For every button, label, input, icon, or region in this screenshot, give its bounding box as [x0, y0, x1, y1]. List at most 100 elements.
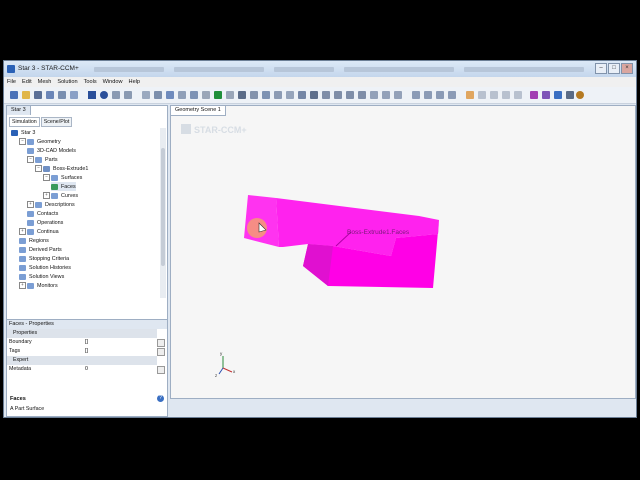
- step-icon[interactable]: [100, 91, 108, 99]
- tree-item[interactable]: − Parts: [27, 155, 58, 164]
- expand-toggle-icon[interactable]: +: [19, 282, 26, 289]
- scroll-thumb[interactable]: [161, 148, 165, 266]
- probe-icon[interactable]: [448, 91, 456, 99]
- stop-icon[interactable]: [124, 91, 132, 99]
- run-person-icon[interactable]: [238, 91, 246, 99]
- tree-item[interactable]: Star 3: [11, 128, 35, 137]
- render-icon[interactable]: [166, 91, 174, 99]
- property-row-tags[interactable]: Tags []: [7, 347, 165, 356]
- table-icon[interactable]: [370, 91, 378, 99]
- property-value[interactable]: []: [85, 338, 88, 347]
- tool-icon[interactable]: [250, 91, 258, 99]
- zoom-icon[interactable]: [286, 91, 294, 99]
- print-icon[interactable]: [58, 91, 66, 99]
- expert-group[interactable]: Expert: [7, 356, 157, 365]
- tree-item[interactable]: Solution Views: [19, 272, 64, 281]
- end-icon[interactable]: [514, 91, 522, 99]
- help-icon[interactable]: ?: [157, 395, 164, 402]
- flag-icon[interactable]: [214, 91, 222, 99]
- expand-toggle-icon[interactable]: +: [27, 201, 34, 208]
- tree-item[interactable]: Faces: [51, 182, 76, 191]
- tab-scene-plot[interactable]: Scene/Plot: [40, 117, 73, 127]
- property-value[interactable]: 0: [85, 365, 88, 374]
- view-icon[interactable]: [262, 91, 270, 99]
- rewind-icon[interactable]: [478, 91, 486, 99]
- box-icon[interactable]: [394, 91, 402, 99]
- save-icon[interactable]: [34, 91, 42, 99]
- boundary-icon[interactable]: [554, 91, 562, 99]
- grid-icon[interactable]: [178, 91, 186, 99]
- select-icon[interactable]: [412, 91, 420, 99]
- property-row-boundary[interactable]: Boundary []: [7, 338, 165, 347]
- tree-item[interactable]: + Monitors: [19, 281, 58, 290]
- region-icon[interactable]: [542, 91, 550, 99]
- minimize-button[interactable]: –: [595, 63, 607, 74]
- menu-window[interactable]: Window: [103, 77, 123, 87]
- expand-toggle-icon[interactable]: +: [19, 228, 26, 235]
- close-button[interactable]: ×: [621, 63, 633, 74]
- tree-item[interactable]: Solution Histories: [19, 263, 71, 272]
- tree-item[interactable]: − Surfaces: [43, 173, 82, 182]
- properties-group[interactable]: Properties: [7, 329, 157, 338]
- settings-icon[interactable]: [576, 91, 584, 99]
- property-value[interactable]: []: [85, 347, 88, 356]
- measure-icon[interactable]: [436, 91, 444, 99]
- tree-item[interactable]: Derived Parts: [19, 245, 62, 254]
- property-row-metadata[interactable]: Metadata 0: [7, 365, 165, 374]
- mesh-icon[interactable]: [142, 91, 150, 99]
- fit-icon[interactable]: [274, 91, 282, 99]
- rotate-icon[interactable]: [298, 91, 306, 99]
- tree-item[interactable]: 3D-CAD Models: [27, 146, 76, 155]
- tree-item[interactable]: Contacts: [27, 209, 58, 218]
- menu-file[interactable]: File: [7, 77, 16, 87]
- property-edit-button[interactable]: [157, 366, 165, 374]
- part-icon[interactable]: [530, 91, 538, 99]
- select-area-icon[interactable]: [424, 91, 432, 99]
- forward-icon[interactable]: [334, 91, 342, 99]
- property-edit-button[interactable]: [157, 348, 165, 356]
- pointer-icon[interactable]: [226, 91, 234, 99]
- new-sim-icon[interactable]: [10, 91, 18, 99]
- clear-mesh-icon[interactable]: [154, 91, 162, 99]
- tree-item[interactable]: + Continua: [19, 227, 59, 236]
- menu-help[interactable]: Help: [129, 77, 141, 87]
- copy-icon[interactable]: [70, 91, 78, 99]
- part-face[interactable]: [303, 244, 333, 286]
- next-icon[interactable]: [502, 91, 510, 99]
- plot-icon[interactable]: [202, 91, 210, 99]
- scene-icon[interactable]: [190, 91, 198, 99]
- pause-icon[interactable]: [112, 91, 120, 99]
- dropdown-icon[interactable]: [566, 91, 574, 99]
- tree-item[interactable]: − Boss-Extrude1: [35, 164, 88, 173]
- grid2-icon[interactable]: [382, 91, 390, 99]
- property-edit-button[interactable]: [157, 339, 165, 347]
- scene-viewport[interactable]: Boss-Extrude1.Faces y x z: [171, 106, 635, 398]
- menu-mesh[interactable]: Mesh: [38, 77, 52, 87]
- zoom-out-icon[interactable]: [358, 91, 366, 99]
- tree-item[interactable]: Stopping Criteria: [19, 254, 69, 263]
- tab-simulation[interactable]: Simulation: [9, 117, 40, 127]
- tree-item[interactable]: + Descriptions: [27, 200, 75, 209]
- menu-tools[interactable]: Tools: [84, 77, 97, 87]
- tree-vertical-scrollbar[interactable]: [160, 128, 166, 298]
- menu-solution[interactable]: Solution: [57, 77, 77, 87]
- tree-item[interactable]: + Curves: [43, 191, 78, 200]
- run-icon[interactable]: [88, 91, 96, 99]
- menu-edit[interactable]: Edit: [22, 77, 32, 87]
- camera-icon[interactable]: [310, 91, 318, 99]
- maximize-button[interactable]: □: [608, 63, 620, 74]
- geometry-scene-panel[interactable]: Geometry Scene 1 STAR-CCM+ Boss-Extrude1…: [170, 105, 636, 399]
- expand-toggle-icon[interactable]: −: [43, 174, 50, 181]
- tree-item[interactable]: Operations: [27, 218, 63, 227]
- back-icon[interactable]: [322, 91, 330, 99]
- record-icon[interactable]: [466, 91, 474, 99]
- prev-icon[interactable]: [490, 91, 498, 99]
- open-icon[interactable]: [22, 91, 30, 99]
- tree-item[interactable]: − Geometry: [19, 137, 61, 146]
- expand-toggle-icon[interactable]: −: [19, 138, 26, 145]
- expand-toggle-icon[interactable]: +: [43, 192, 50, 199]
- expand-toggle-icon[interactable]: −: [35, 165, 42, 172]
- tab-star-3[interactable]: Star 3: [7, 106, 31, 115]
- tree-item[interactable]: Regions: [19, 236, 49, 245]
- save-as-icon[interactable]: [46, 91, 54, 99]
